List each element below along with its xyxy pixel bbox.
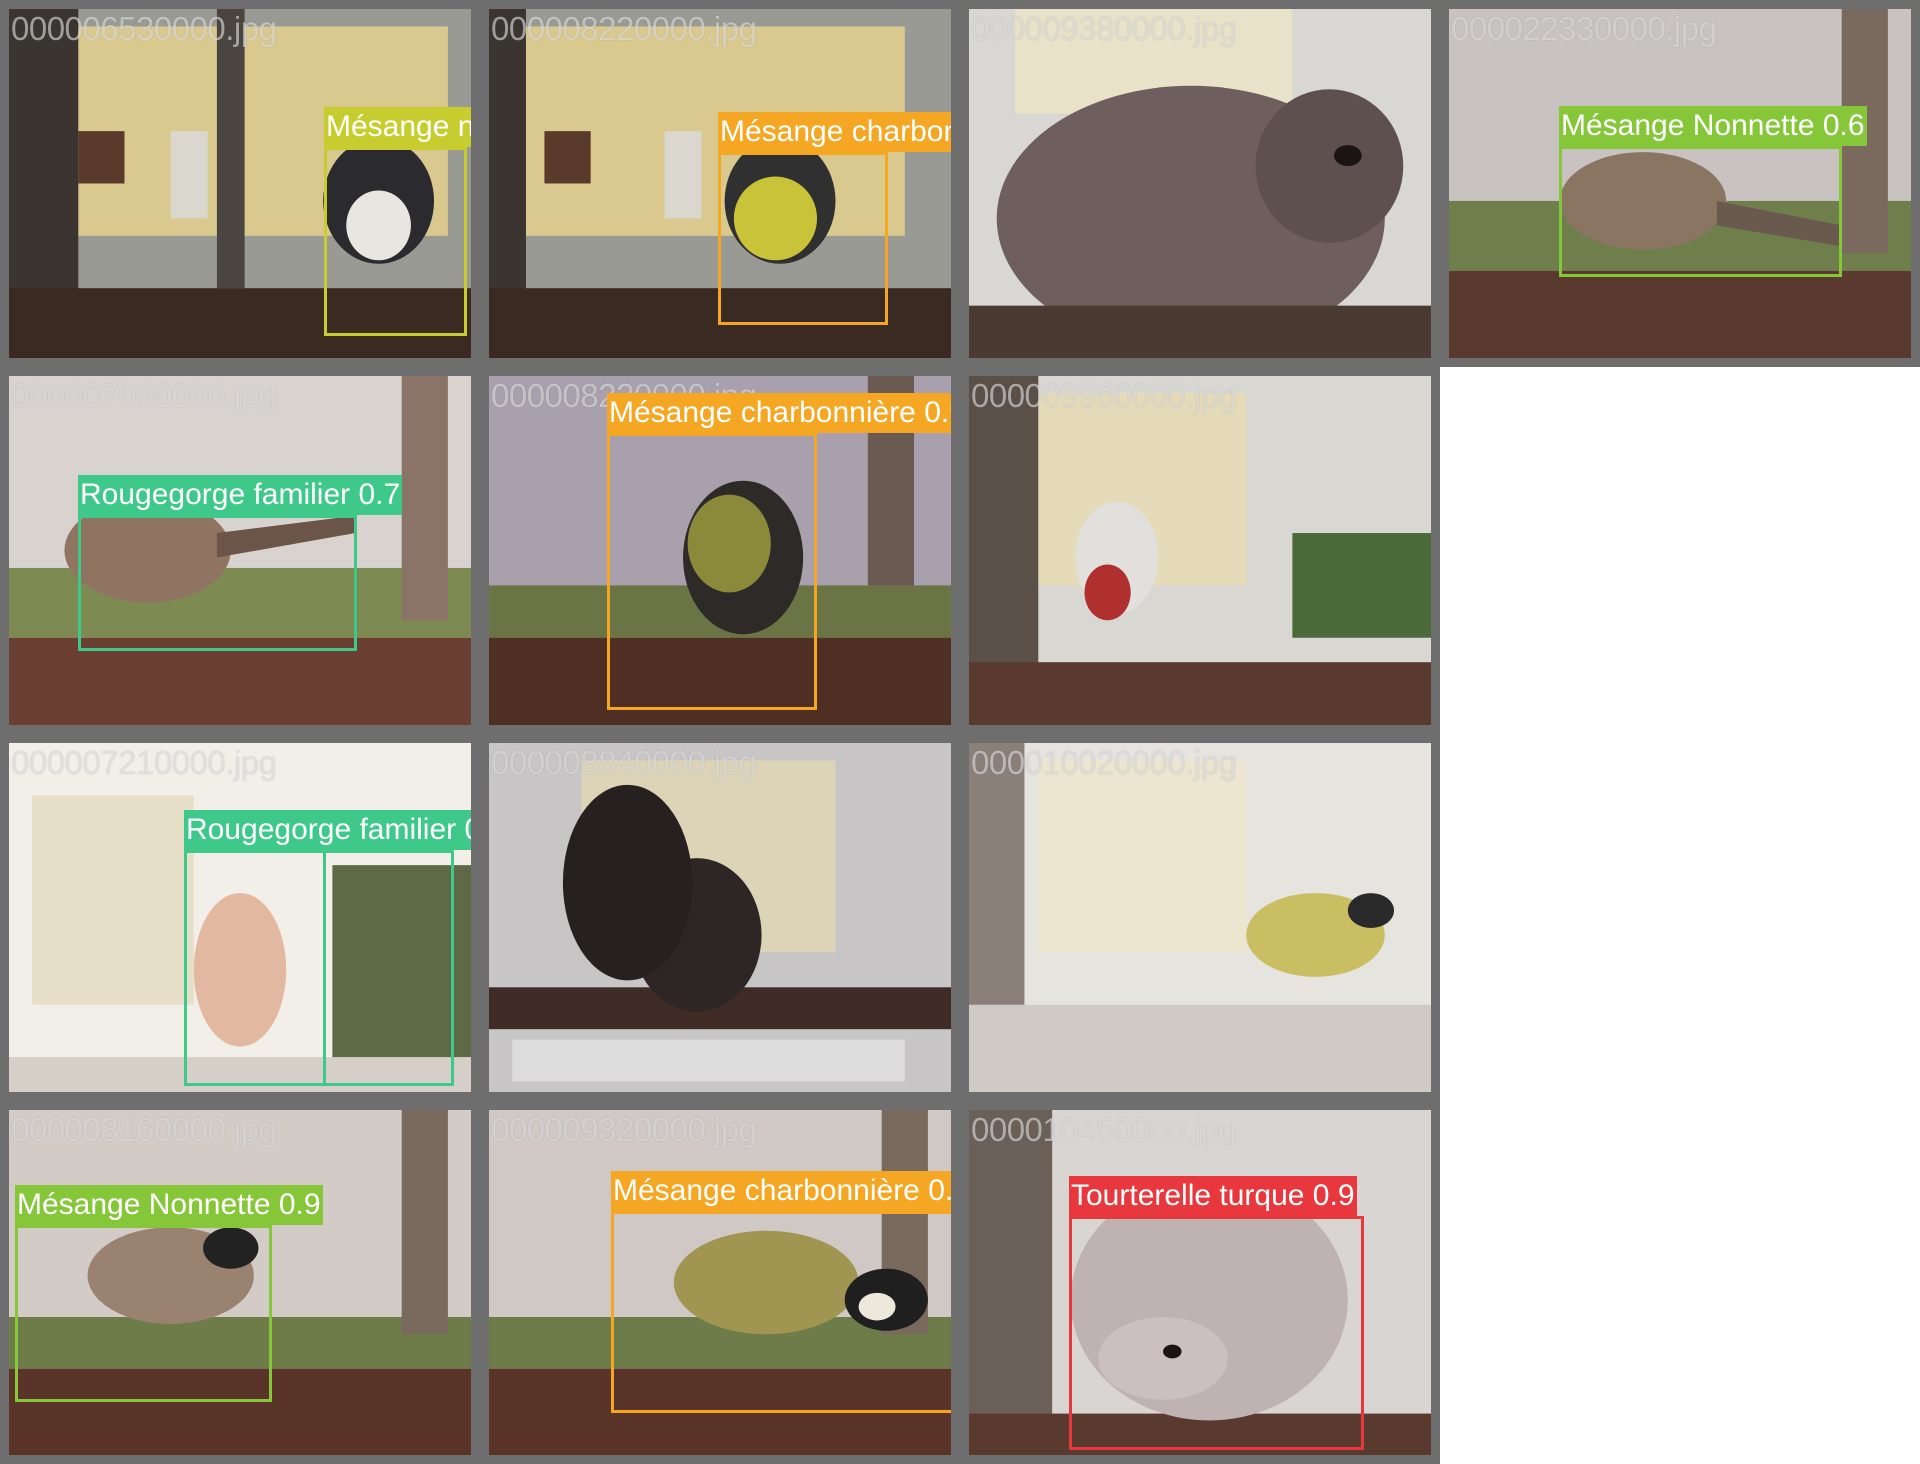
image-tile[interactable]: 000009380000.jpg: [960, 0, 1440, 367]
detection-box[interactable]: [607, 433, 817, 710]
detection-box[interactable]: [78, 515, 357, 651]
image-tile[interactable]: 000009320000.jpg Mésange charbonnière 0.…: [480, 1101, 960, 1464]
tile-filename: 000007210000.jpg: [11, 744, 277, 781]
detection-label: Mésange Nonnette 0.6: [1559, 106, 1867, 146]
image-tile[interactable]: 000008840000.jpg: [480, 734, 960, 1101]
detection-box[interactable]: [15, 1225, 272, 1402]
tile-filename: 000008160000.jpg: [11, 1111, 277, 1148]
detection-label: Mésange charbonnière 0.9: [607, 393, 951, 433]
camera-frame-image: [969, 9, 1431, 358]
tile-filename: 000009380000.jpg: [971, 10, 1237, 47]
detection-label: Mésange charbonnière 0.8: [718, 112, 951, 152]
tile-filename: 000010020000.jpg: [971, 744, 1237, 781]
detection-box[interactable]: [324, 147, 467, 336]
tile-filename: 000007090000.jpg: [11, 377, 277, 414]
detection-label: Rougegorge familier 0.7: [78, 475, 403, 515]
image-tile[interactable]: 000007210000.jpg Rougegorge familier 0.9: [0, 734, 480, 1101]
detection-label: Rougegorge familier 0.9: [184, 810, 471, 850]
image-tile[interactable]: 000008160000.jpg Mésange Nonnette 0.9: [0, 1101, 480, 1464]
image-tile[interactable]: 000022330000.jpg Mésange Nonnette 0.6: [1440, 0, 1920, 367]
detection-box[interactable]: [184, 850, 326, 1086]
detection-box[interactable]: [611, 1211, 951, 1413]
detection-label: Mésange Nonnette 0.9: [15, 1185, 323, 1225]
camera-frame-image: [489, 743, 951, 1092]
image-tile[interactable]: 000010450000.jpg Tourterelle turque 0.9: [960, 1101, 1440, 1464]
image-tile[interactable]: 000009960000.jpg: [960, 367, 1440, 734]
image-tile[interactable]: 000008220000.jpg Mésange charbonnière 0.…: [480, 0, 960, 367]
tile-filename: 000010450000.jpg: [971, 1111, 1237, 1148]
image-tile[interactable]: 000007090000.jpg Rougegorge familier 0.7: [0, 367, 480, 734]
tile-filename: 000022330000.jpg: [1451, 10, 1717, 47]
detection-box[interactable]: [1559, 146, 1842, 277]
image-tile[interactable]: 000010020000.jpg: [960, 734, 1440, 1101]
camera-frame-image: [969, 743, 1431, 1092]
image-tile[interactable]: 000006530000.jpg Mésange noire 0.8: [0, 0, 480, 367]
camera-frame-image: [969, 376, 1431, 725]
detection-box[interactable]: [718, 152, 888, 325]
detection-results-mosaic: 000006530000.jpg Mésange noire 0.8 00000…: [0, 0, 1920, 1464]
tile-filename: 000008840000.jpg: [491, 744, 757, 781]
image-tile[interactable]: 000008220000.jpg Mésange charbonnière 0.…: [480, 367, 960, 734]
detection-label: Tourterelle turque 0.9: [1069, 1176, 1357, 1216]
tile-filename: 000009960000.jpg: [971, 377, 1237, 414]
detection-label: Mésange charbonnière 0.9: [611, 1171, 951, 1211]
tile-filename: 000008220000.jpg: [491, 10, 757, 47]
detection-label: Mésange noire 0.8: [324, 107, 471, 147]
detection-box[interactable]: [1069, 1216, 1364, 1450]
tile-filename: 000009320000.jpg: [491, 1111, 757, 1148]
tile-filename: 000006530000.jpg: [11, 10, 277, 47]
